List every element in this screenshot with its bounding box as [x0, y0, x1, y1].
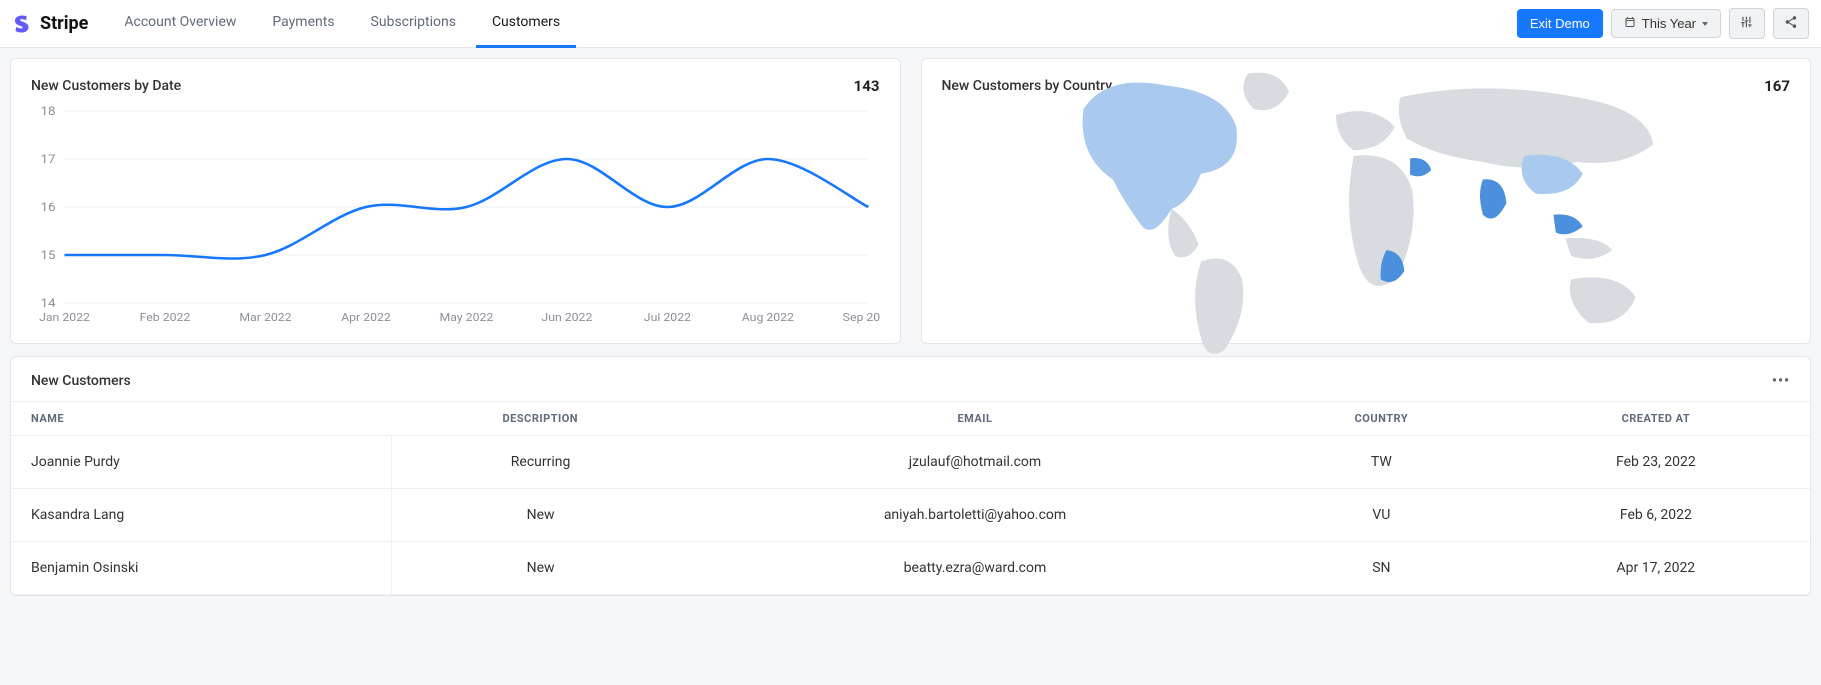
top-navbar: Stripe Account Overview Payments Subscri…: [0, 0, 1821, 48]
col-email[interactable]: EMAIL: [689, 402, 1261, 436]
svg-text:17: 17: [41, 153, 56, 167]
svg-text:Jun 2022: Jun 2022: [541, 311, 592, 324]
nav-right: Exit Demo This Year: [1517, 8, 1809, 39]
cell-country: TW: [1261, 436, 1502, 489]
cell-name: Kasandra Lang: [11, 489, 392, 542]
share-icon: [1784, 15, 1798, 32]
cell-description: New: [392, 542, 689, 595]
stripe-logo-icon: [12, 14, 32, 34]
svg-text:Feb 2022: Feb 2022: [140, 311, 191, 324]
cell-email: aniyah.bartoletti@yahoo.com: [689, 489, 1261, 542]
svg-text:May 2022: May 2022: [440, 311, 494, 324]
share-button[interactable]: [1773, 8, 1809, 39]
table-row[interactable]: Kasandra LangNewaniyah.bartoletti@yahoo.…: [11, 489, 1810, 542]
table-row[interactable]: Benjamin OsinskiNewbeatty.ezra@ward.comS…: [11, 542, 1810, 595]
card-total: 143: [854, 77, 880, 95]
cell-email: beatty.ezra@ward.com: [689, 542, 1261, 595]
nav-tab-label: Customers: [492, 14, 560, 30]
svg-text:Jul 2022: Jul 2022: [644, 311, 692, 324]
calendar-icon: [1624, 16, 1636, 31]
cell-country: SN: [1261, 542, 1502, 595]
line-chart: 14 15 16 17 18 Jan 2022 Feb 2022 Mar 2022 Apr 20…: [31, 105, 880, 325]
nav-tab-subscriptions[interactable]: Subscriptions: [355, 0, 472, 48]
svg-text:14: 14: [41, 297, 56, 311]
period-label: This Year: [1642, 16, 1696, 31]
world-map: [942, 105, 1791, 325]
nav-tab-label: Subscriptions: [371, 14, 456, 30]
svg-text:18: 18: [41, 105, 56, 119]
nav-tab-payments[interactable]: Payments: [256, 0, 350, 48]
svg-text:16: 16: [41, 201, 56, 215]
svg-text:Sep 2022: Sep 2022: [843, 311, 880, 324]
nav-tab-label: Payments: [272, 14, 334, 30]
col-name[interactable]: NAME: [11, 402, 392, 436]
nav-tab-account-overview[interactable]: Account Overview: [108, 0, 252, 48]
cell-created_at: Feb 6, 2022: [1502, 489, 1810, 542]
brand-name: Stripe: [40, 13, 88, 34]
cell-name: Joannie Purdy: [11, 436, 392, 489]
ellipsis-icon: •••: [1772, 373, 1790, 389]
nav-tab-label: Account Overview: [124, 14, 236, 30]
brand[interactable]: Stripe: [12, 13, 88, 34]
svg-text:Mar 2022: Mar 2022: [239, 311, 292, 324]
cell-description: New: [392, 489, 689, 542]
table-title: New Customers: [31, 373, 131, 389]
card-total: 167: [1764, 77, 1790, 95]
cell-created_at: Feb 23, 2022: [1502, 436, 1810, 489]
customers-table: NAME DESCRIPTION EMAIL COUNTRY CREATED A…: [11, 401, 1810, 595]
card-new-customers-by-country: New Customers by Country 167: [921, 58, 1812, 344]
nav-tabs: Account Overview Payments Subscriptions …: [108, 0, 576, 48]
cell-email: jzulauf@hotmail.com: [689, 436, 1261, 489]
svg-text:Aug 2022: Aug 2022: [742, 311, 795, 324]
table-options-button[interactable]: •••: [1772, 373, 1790, 389]
settings-button[interactable]: [1729, 8, 1765, 39]
cell-description: Recurring: [392, 436, 689, 489]
cell-created_at: Apr 17, 2022: [1502, 542, 1810, 595]
col-description[interactable]: DESCRIPTION: [392, 402, 689, 436]
svg-text:Jan 2022: Jan 2022: [39, 311, 90, 324]
card-new-customers-table: New Customers ••• NAME DESCRIPTION EMAIL…: [10, 356, 1811, 596]
nav-tab-customers[interactable]: Customers: [476, 0, 576, 48]
page-content: New Customers by Date 143 14 15 16 17 18 Jan …: [0, 48, 1821, 606]
exit-demo-button[interactable]: Exit Demo: [1517, 9, 1603, 38]
period-dropdown[interactable]: This Year: [1611, 9, 1721, 38]
sliders-icon: [1740, 15, 1754, 32]
cell-name: Benjamin Osinski: [11, 542, 392, 595]
col-created-at[interactable]: CREATED AT: [1502, 402, 1810, 436]
card-new-customers-by-date: New Customers by Date 143 14 15 16 17 18 Jan …: [10, 58, 901, 344]
col-country[interactable]: COUNTRY: [1261, 402, 1502, 436]
svg-text:Apr 2022: Apr 2022: [341, 311, 391, 324]
exit-demo-label: Exit Demo: [1530, 16, 1590, 31]
svg-text:15: 15: [41, 249, 56, 263]
cell-country: VU: [1261, 489, 1502, 542]
table-row[interactable]: Joannie PurdyRecurringjzulauf@hotmail.co…: [11, 436, 1810, 489]
chevron-down-icon: [1702, 22, 1708, 26]
card-title: New Customers by Date: [31, 78, 181, 94]
